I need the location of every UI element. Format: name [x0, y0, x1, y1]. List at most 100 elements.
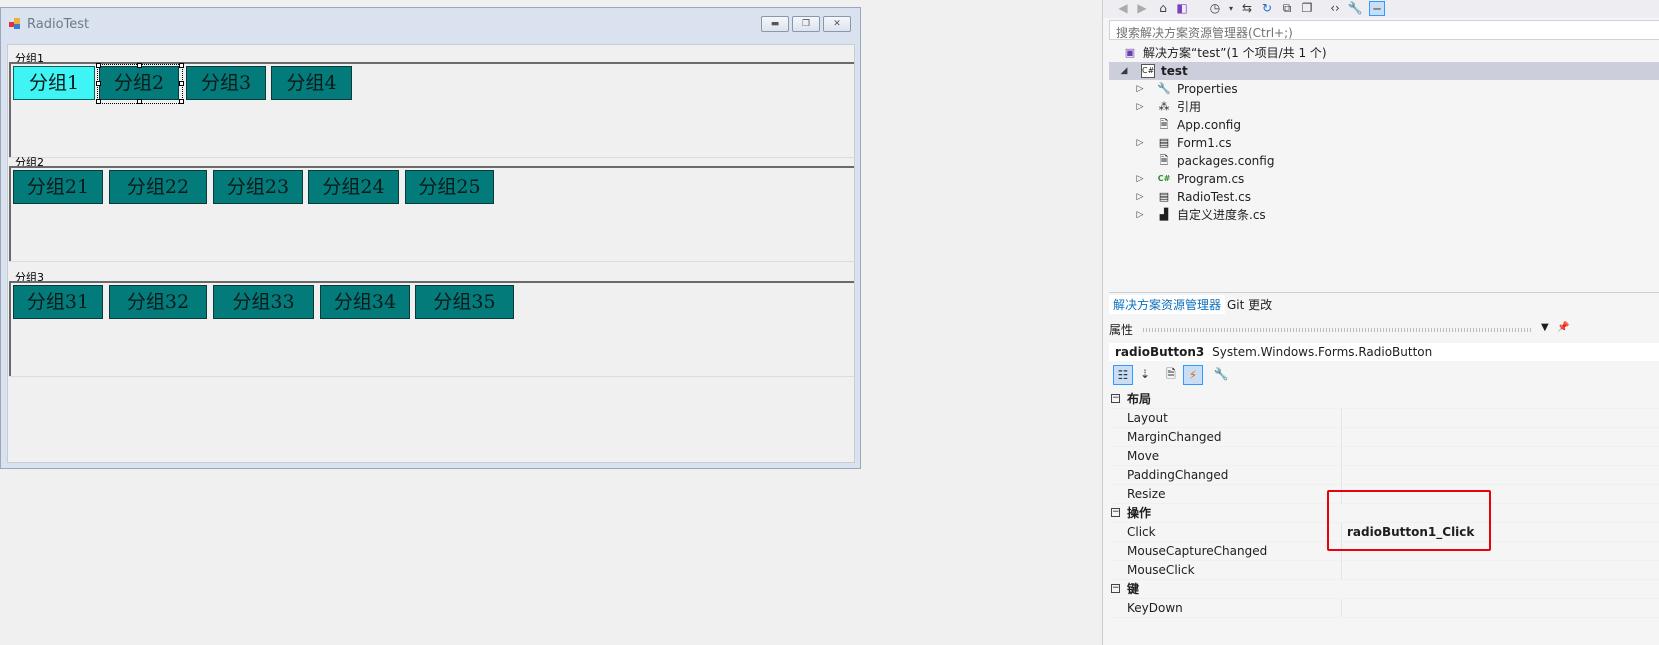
forward-icon[interactable]: ▶	[1134, 1, 1150, 16]
collapsed-arrow-icon[interactable]: ▷	[1135, 188, 1145, 206]
tree-item-references[interactable]: ▷ ⁂ 引用	[1109, 98, 1659, 116]
groupbox-3[interactable]: 分组3 分组31 分组32 分组33 分组34 分组35	[9, 269, 854, 377]
tree-item-solution[interactable]: ▣ 解决方案“test”(1 个项目/共 1 个)	[1109, 44, 1659, 62]
alphabetical-icon[interactable]: ⇣	[1135, 365, 1155, 385]
collapse-icon[interactable]: −	[1111, 508, 1120, 517]
csharp-file-icon: C#	[1157, 174, 1171, 183]
radio-button-group2-5[interactable]: 分组25	[405, 170, 494, 204]
collapse-all-icon[interactable]: ⧉	[1279, 1, 1295, 16]
tree-item-program[interactable]: ▷ C# Program.cs	[1109, 170, 1659, 188]
category-layout[interactable]: − 布局	[1109, 390, 1659, 409]
radio-button-group1-1[interactable]: 分组1	[13, 66, 95, 100]
tab-solution-explorer[interactable]: 解决方案资源管理器	[1109, 295, 1226, 314]
tree-item-project[interactable]: ◢ C# test	[1109, 62, 1659, 80]
categorized-icon[interactable]: ☷	[1113, 365, 1133, 385]
category-label: 布局	[1127, 392, 1152, 406]
tree-item-label: Properties	[1177, 82, 1238, 96]
expanded-arrow-icon[interactable]: ◢	[1119, 62, 1129, 80]
tree-item-label: Program.cs	[1177, 172, 1245, 186]
groupbox-1[interactable]: 分组1 分组1 分组2 分组3 分组4	[9, 50, 854, 158]
radio-button-group3-3[interactable]: 分组33	[213, 285, 314, 319]
back-icon[interactable]: ◀	[1115, 1, 1131, 16]
radio-button-group1-4[interactable]: 分组4	[271, 66, 352, 100]
collapsed-arrow-icon[interactable]: ▷	[1135, 134, 1145, 152]
properties-page-icon[interactable]: 🗎	[1161, 365, 1181, 385]
tree-item-packages-config[interactable]: 🗎 packages.config	[1109, 152, 1659, 170]
radio-button-group2-4[interactable]: 分组24	[308, 170, 399, 204]
resize-handle[interactable]	[179, 81, 184, 86]
groupbox-2[interactable]: 分组2 分组21 分组22 分组23 分组24 分组25	[9, 154, 854, 262]
resize-handle[interactable]	[137, 63, 142, 68]
property-row[interactable]: KeyDown	[1109, 599, 1659, 618]
csharp-project-icon: C#	[1141, 64, 1155, 78]
collapse-icon[interactable]: −	[1111, 394, 1120, 403]
tree-item-label: test	[1161, 64, 1188, 78]
user-control-icon: ▟	[1159, 208, 1169, 221]
radio-button-group3-5[interactable]: 分组35	[415, 285, 514, 319]
refresh-icon[interactable]: ↻	[1259, 1, 1275, 16]
resize-handle[interactable]	[96, 99, 101, 104]
tree-item-app-config[interactable]: 🗎 App.config	[1109, 116, 1659, 134]
resize-handle[interactable]	[96, 81, 101, 86]
form-titlebar[interactable]: RadioTest ▬ ❐ ✕	[1, 8, 860, 39]
window-menu-icon[interactable]: ▼	[1541, 322, 1549, 333]
radio-button-group2-1[interactable]: 分组21	[13, 170, 103, 204]
object-type: System.Windows.Forms.RadioButton	[1212, 345, 1433, 359]
property-row[interactable]: MouseClick	[1109, 561, 1659, 580]
property-pages-wrench-icon[interactable]: 🔧	[1211, 365, 1231, 385]
events-lightning-icon[interactable]: ⚡	[1183, 365, 1203, 385]
resize-handle[interactable]	[179, 63, 184, 68]
panel-grip[interactable]	[1143, 328, 1533, 332]
sync-icon[interactable]: ⇆	[1239, 1, 1255, 16]
resize-handle[interactable]	[179, 99, 184, 104]
collapsed-arrow-icon[interactable]: ▷	[1135, 206, 1145, 224]
close-icon[interactable]: ✕	[823, 16, 851, 32]
dropdown-icon[interactable]: ▾	[1223, 1, 1239, 16]
form-app-icon	[9, 18, 20, 29]
pin-icon[interactable]: 📌	[1557, 322, 1569, 333]
resize-handle[interactable]	[96, 63, 101, 68]
property-row[interactable]: MarginChanged	[1109, 428, 1659, 447]
pending-changes-icon[interactable]: ◷	[1207, 1, 1223, 16]
radio-button-group1-3[interactable]: 分组3	[186, 66, 266, 100]
properties-wrench-icon[interactable]: 🔧	[1347, 1, 1363, 16]
home-icon[interactable]: ⌂	[1155, 1, 1171, 16]
view-code-icon[interactable]: ‹›	[1327, 1, 1343, 16]
properties-header: 属性 ▼ 📌	[1109, 321, 1659, 339]
resize-handle[interactable]	[137, 99, 142, 104]
radio-button-group3-2[interactable]: 分组32	[109, 285, 207, 319]
collapse-icon[interactable]: −	[1111, 584, 1120, 593]
tree-item-form1[interactable]: ▷ ▤ Form1.cs	[1109, 134, 1659, 152]
tab-git-changes[interactable]: Git 更改	[1223, 295, 1276, 314]
property-row[interactable]: PaddingChanged	[1109, 466, 1659, 485]
properties-title: 属性	[1109, 323, 1134, 337]
property-name: KeyDown	[1127, 601, 1183, 615]
radio-button-group3-4[interactable]: 分组34	[320, 285, 410, 319]
explorer-tabs: 解决方案资源管理器 Git 更改	[1109, 292, 1659, 314]
radio-button-group2-2[interactable]: 分组22	[109, 170, 207, 204]
property-row[interactable]: Layout	[1109, 409, 1659, 428]
tree-item-label: 自定义进度条.cs	[1177, 208, 1266, 222]
restore-icon[interactable]: ❐	[792, 16, 820, 32]
radio-button-group2-3[interactable]: 分组23	[213, 170, 303, 204]
show-all-files-icon[interactable]: ❐	[1299, 1, 1315, 16]
collapsed-arrow-icon[interactable]: ▷	[1135, 98, 1145, 116]
property-name: MarginChanged	[1127, 430, 1222, 444]
switch-views-icon[interactable]: ◧	[1174, 1, 1190, 16]
form-client-area: 分组1 分组1 分组2 分组3 分组4 分组2 分组21 分组22 分组23 分…	[7, 44, 855, 463]
collapsed-arrow-icon[interactable]: ▷	[1135, 80, 1145, 98]
solution-explorer-search-input[interactable]: 搜索解决方案资源管理器(Ctrl+;)	[1109, 20, 1659, 40]
property-name: Layout	[1127, 411, 1168, 425]
preview-selected-icon[interactable]: ─	[1369, 1, 1385, 16]
properties-object-selector[interactable]: radioButton3 System.Windows.Forms.RadioB…	[1109, 343, 1659, 361]
tree-item-label: 解决方案“test”(1 个项目/共 1 个)	[1143, 46, 1327, 60]
tree-item-custom-progress[interactable]: ▷ ▟ 自定义进度条.cs	[1109, 206, 1659, 224]
solution-tree: ▣ 解决方案“test”(1 个项目/共 1 个) ◢ C# test ▷ 🔧 …	[1109, 44, 1659, 224]
category-key[interactable]: − 键	[1109, 580, 1659, 599]
radio-button-group3-1[interactable]: 分组31	[13, 285, 103, 319]
minimize-icon[interactable]: ▬	[761, 16, 789, 32]
tree-item-radiotest[interactable]: ▷ ▤ RadioTest.cs	[1109, 188, 1659, 206]
property-row[interactable]: Move	[1109, 447, 1659, 466]
tree-item-properties[interactable]: ▷ 🔧 Properties	[1109, 80, 1659, 98]
collapsed-arrow-icon[interactable]: ▷	[1135, 170, 1145, 188]
